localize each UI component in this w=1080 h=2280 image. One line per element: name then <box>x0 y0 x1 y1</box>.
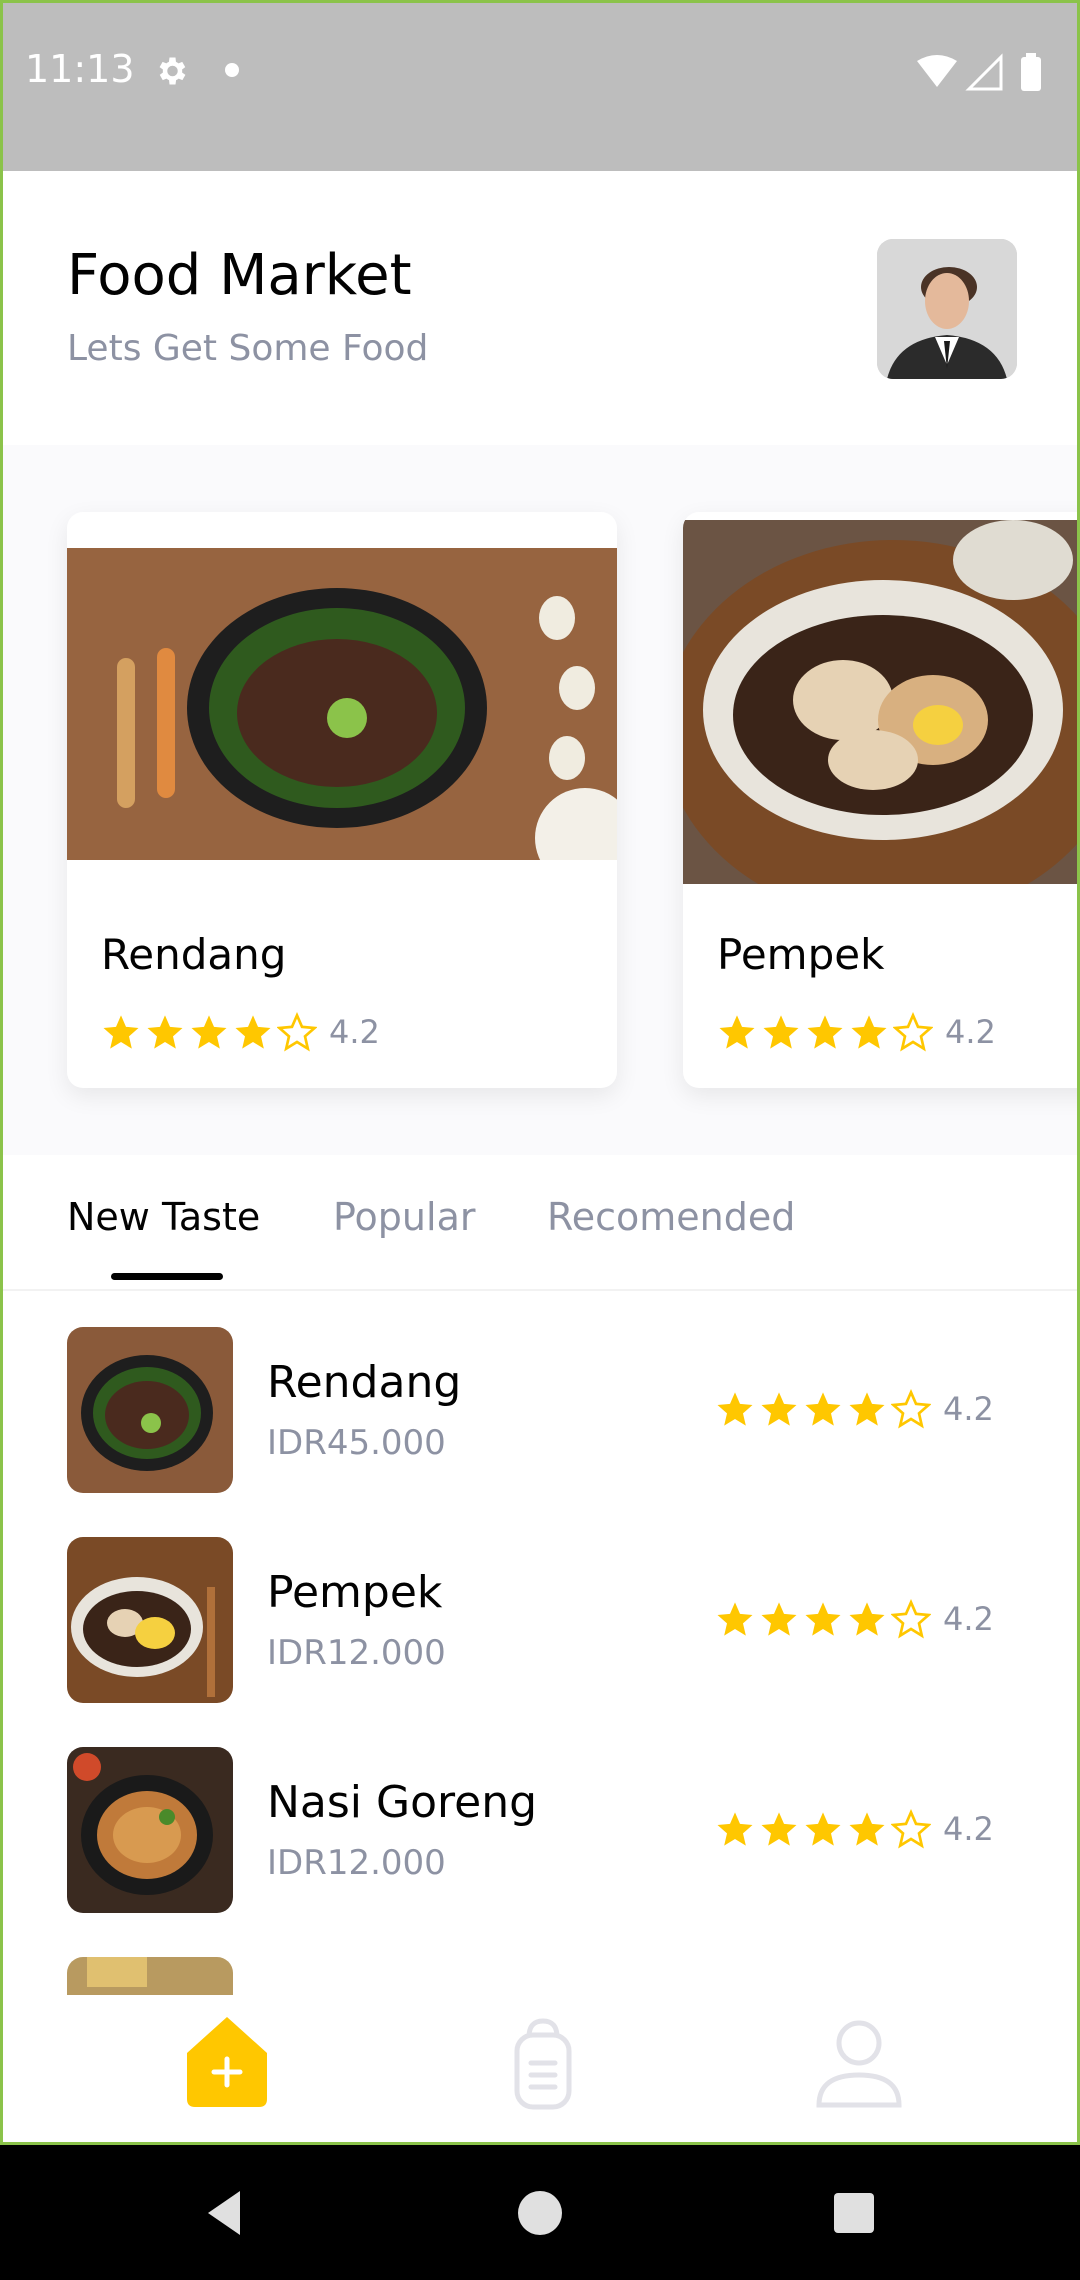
rating-value: 4.2 <box>943 1810 994 1848</box>
rating-value: 4.2 <box>943 1600 994 1638</box>
tab-recomended[interactable]: Recomended <box>547 1195 795 1239</box>
item-price: IDR45.000 <box>267 1423 446 1463</box>
star-filled-icon <box>191 1015 227 1049</box>
star-filled-icon <box>849 1392 885 1426</box>
profile-icon[interactable] <box>809 2013 909 2113</box>
star-filled-icon <box>851 1015 887 1049</box>
list-item[interactable] <box>67 1957 1007 1995</box>
star-filled-icon <box>805 1602 841 1636</box>
rating: 4.2 <box>717 1012 996 1052</box>
item-name: Nasi Goreng <box>267 1777 538 1828</box>
list-item[interactable]: Pempek IDR12.000 4.2 <box>67 1537 1007 1703</box>
food-thumbnail <box>67 1747 233 1913</box>
item-price: IDR12.000 <box>267 1633 446 1673</box>
rating-value: 4.2 <box>945 1013 996 1051</box>
food-list[interactable]: Rendang IDR45.000 4.2 Pempek IDR12.000 4… <box>3 1291 1077 1995</box>
star-filled-icon <box>103 1015 139 1049</box>
star-filled-icon <box>719 1015 755 1049</box>
star-filled-icon <box>235 1015 271 1049</box>
back-icon[interactable] <box>196 2185 252 2241</box>
category-tabs: New Taste Popular Recomended <box>3 1155 1077 1291</box>
star-rating <box>101 1012 321 1052</box>
home-circle-icon[interactable] <box>512 2185 568 2241</box>
app-frame: Food Market Lets Get Some Food Rendang 4… <box>0 171 1080 2145</box>
avatar-image <box>877 239 1017 379</box>
star-empty-icon <box>893 1012 933 1052</box>
list-item[interactable]: Nasi Goreng IDR12.000 4.2 <box>67 1747 1007 1913</box>
featured-card[interactable]: Rendang 4.2 <box>67 512 617 1088</box>
rating: 4.2 <box>715 1809 994 1849</box>
featured-card-title: Pempek <box>717 930 885 979</box>
notification-dot-icon <box>225 63 239 77</box>
star-filled-icon <box>849 1812 885 1846</box>
bottom-nav <box>3 1995 1077 2142</box>
star-filled-icon <box>807 1015 843 1049</box>
star-rating <box>717 1012 937 1052</box>
rating: 4.2 <box>715 1389 994 1429</box>
system-nav-bar <box>0 2145 1080 2280</box>
star-rating <box>715 1389 935 1429</box>
star-filled-icon <box>717 1602 753 1636</box>
star-filled-icon <box>717 1392 753 1426</box>
star-filled-icon <box>761 1812 797 1846</box>
featured-card[interactable]: Pempek 4.2 <box>683 512 1077 1088</box>
food-thumbnail <box>67 1327 233 1493</box>
star-filled-icon <box>805 1812 841 1846</box>
order-bag-icon[interactable] <box>493 2013 593 2113</box>
star-filled-icon <box>147 1015 183 1049</box>
status-bar: 11:13 <box>0 0 1080 171</box>
food-image-pempek <box>683 520 1077 884</box>
tab-new-taste[interactable]: New Taste <box>67 1195 260 1239</box>
star-filled-icon <box>849 1602 885 1636</box>
page-title: Food Market <box>67 243 412 308</box>
food-image-rendang <box>67 548 617 860</box>
rating: 4.2 <box>715 1599 994 1639</box>
star-filled-icon <box>761 1602 797 1636</box>
wifi-icon <box>917 55 957 87</box>
star-empty-icon <box>891 1809 931 1849</box>
page-subtitle: Lets Get Some Food <box>67 328 429 369</box>
home-icon[interactable] <box>177 2013 277 2113</box>
food-thumbnail <box>67 1957 233 1995</box>
cell-signal-icon <box>965 53 1003 91</box>
settings-icon <box>159 57 186 85</box>
star-filled-icon <box>717 1812 753 1846</box>
header: Food Market Lets Get Some Food <box>3 171 1077 445</box>
star-rating <box>715 1599 935 1639</box>
star-filled-icon <box>805 1392 841 1426</box>
item-price: IDR12.000 <box>267 1843 446 1883</box>
item-name: Pempek <box>267 1567 443 1618</box>
item-name: Rendang <box>267 1357 462 1408</box>
featured-carousel[interactable]: Rendang 4.2 Pempek 4.2 <box>3 445 1077 1155</box>
tab-indicator <box>111 1273 223 1280</box>
battery-icon <box>1021 57 1041 91</box>
star-filled-icon <box>761 1392 797 1426</box>
star-empty-icon <box>891 1599 931 1639</box>
tab-popular[interactable]: Popular <box>333 1195 475 1239</box>
avatar[interactable] <box>877 239 1017 379</box>
featured-card-title: Rendang <box>101 930 287 979</box>
status-time: 11:13 <box>25 47 135 91</box>
star-empty-icon <box>891 1389 931 1429</box>
star-empty-icon <box>277 1012 317 1052</box>
list-item[interactable]: Rendang IDR45.000 4.2 <box>67 1327 1007 1493</box>
status-icons <box>917 53 1041 91</box>
star-filled-icon <box>763 1015 799 1049</box>
rating-value: 4.2 <box>329 1013 380 1051</box>
food-thumbnail <box>67 1537 233 1703</box>
recents-icon[interactable] <box>826 2185 882 2241</box>
rating: 4.2 <box>101 1012 380 1052</box>
rating-value: 4.2 <box>943 1390 994 1428</box>
star-rating <box>715 1809 935 1849</box>
